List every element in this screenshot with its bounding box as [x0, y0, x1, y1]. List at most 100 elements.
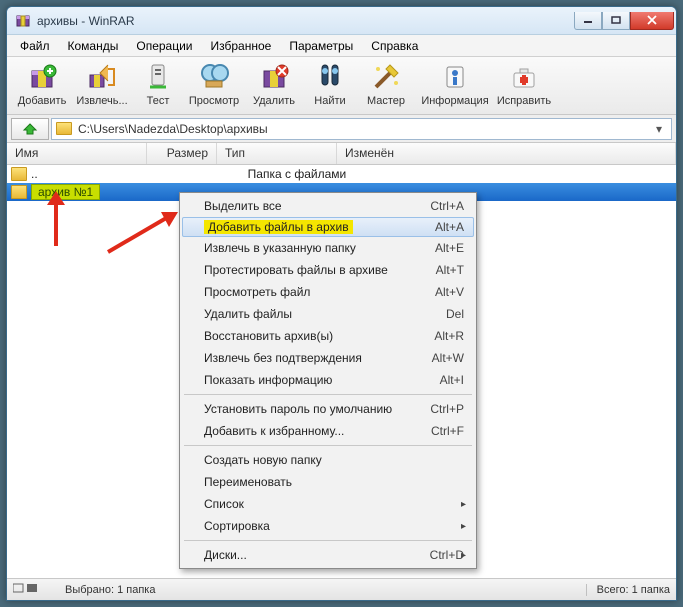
- menu-item[interactable]: Список▸: [182, 493, 474, 515]
- menu-help[interactable]: Справка: [362, 36, 427, 56]
- menu-shortcut: Alt+I: [440, 373, 464, 387]
- menu-shortcut: Alt+W: [432, 351, 464, 365]
- repair-icon: [508, 61, 540, 93]
- toolbar: Добавить Извлечь... Тест Просмотр Удалит…: [7, 57, 676, 115]
- status-total: Всего: 1 папка: [586, 584, 670, 596]
- toolbar-delete[interactable]: Удалить: [245, 59, 303, 107]
- menu-item-label: Установить пароль по умолчанию: [204, 402, 392, 416]
- delete-icon: [258, 61, 290, 93]
- arrow-annotation-icon: [103, 207, 183, 257]
- folder-icon: [11, 185, 27, 199]
- toolbar-find[interactable]: Найти: [305, 59, 355, 107]
- menu-item-label: Создать новую папку: [204, 453, 322, 467]
- menu-item-label: Протестировать файлы в архиве: [204, 263, 388, 277]
- menu-shortcut: Alt+R: [434, 329, 464, 343]
- find-icon: [314, 61, 346, 93]
- menu-item[interactable]: Просмотреть файл Alt+V: [182, 281, 474, 303]
- maximize-button[interactable]: [602, 12, 630, 30]
- menu-item-label: Диски...: [204, 548, 247, 562]
- menu-item[interactable]: Извлечь в указанную папкуAlt+E: [182, 237, 474, 259]
- list-item-parent[interactable]: .. Папка с файлами: [7, 165, 676, 183]
- col-name[interactable]: Имя: [7, 143, 147, 164]
- context-menu: Выделить всеCtrl+AДобавить файлы в архив…: [179, 192, 477, 569]
- menu-item-label: Извлечь без подтверждения: [204, 351, 362, 365]
- menu-item-label: Восстановить архив(ы): [204, 329, 333, 343]
- info-icon: [439, 61, 471, 93]
- add-icon: [26, 61, 58, 93]
- menu-item-label: Извлечь в указанную папку: [204, 241, 356, 255]
- menu-commands[interactable]: Команды: [59, 36, 128, 56]
- menu-item[interactable]: Извлечь без подтверждения Alt+W: [182, 347, 474, 369]
- toolbar-repair[interactable]: Исправить: [495, 59, 553, 107]
- menu-item[interactable]: Выделить всеCtrl+A: [182, 195, 474, 217]
- menu-shortcut: Del: [446, 307, 464, 321]
- file-name: ..: [31, 167, 38, 181]
- col-type[interactable]: Тип: [217, 143, 337, 164]
- menu-item[interactable]: Протестировать файлы в архиве Alt+T: [182, 259, 474, 281]
- toolbar-add[interactable]: Добавить: [13, 59, 71, 107]
- file-name: архив №1: [31, 184, 100, 200]
- up-icon: [20, 121, 40, 137]
- menu-separator: [184, 394, 472, 395]
- address-bar: C:\Users\Nadezda\Desktop\архивы ▾: [7, 115, 676, 143]
- menu-item[interactable]: Установить пароль по умолчанию Ctrl+P: [182, 398, 474, 420]
- menu-options[interactable]: Параметры: [280, 36, 362, 56]
- menu-shortcut: Alt+A: [435, 220, 464, 234]
- minimize-button[interactable]: [574, 12, 602, 30]
- submenu-arrow-icon: ▸: [461, 550, 466, 561]
- menu-bar[interactable]: Файл Команды Операции Избранное Параметр…: [7, 35, 676, 57]
- titlebar[interactable]: архивы - WinRAR: [7, 7, 676, 35]
- toolbar-wizard[interactable]: Мастер: [357, 59, 415, 107]
- menu-shortcut: Alt+V: [435, 285, 464, 299]
- close-button[interactable]: [630, 12, 674, 30]
- menu-favorites[interactable]: Избранное: [202, 36, 281, 56]
- menu-separator: [184, 540, 472, 541]
- menu-item[interactable]: Диски... Ctrl+D▸: [182, 544, 474, 566]
- view-icon: [198, 61, 230, 93]
- menu-shortcut: Ctrl+P: [430, 402, 464, 416]
- menu-item-label: Удалить файлы: [204, 307, 292, 321]
- col-size[interactable]: Размер: [147, 143, 217, 164]
- menu-item[interactable]: Восстановить архив(ы) Alt+R: [182, 325, 474, 347]
- menu-shortcut: Alt+T: [436, 263, 464, 277]
- menu-operations[interactable]: Операции: [127, 36, 201, 56]
- toolbar-extract[interactable]: Извлечь...: [73, 59, 131, 107]
- menu-shortcut: Ctrl+A: [430, 199, 464, 213]
- toolbar-info[interactable]: Информация: [417, 59, 493, 107]
- toolbar-view[interactable]: Просмотр: [185, 59, 243, 107]
- winrar-window: архивы - WinRAR Файл Команды Операции Из…: [6, 6, 677, 601]
- menu-item-label: Просмотреть файл: [204, 285, 310, 299]
- submenu-arrow-icon: ▸: [461, 521, 466, 532]
- menu-item[interactable]: Сортировка ▸: [182, 515, 474, 537]
- menu-item-label: Список: [204, 497, 244, 511]
- menu-item-label: Добавить к избранному...: [204, 424, 344, 438]
- col-modified[interactable]: Изменён: [337, 143, 676, 164]
- menu-item[interactable]: Добавить к избранному...Ctrl+F: [182, 420, 474, 442]
- menu-item[interactable]: Создать новую папку: [182, 449, 474, 471]
- menu-shortcut: Ctrl+D: [430, 548, 464, 562]
- menu-item[interactable]: Добавить файлы в архив Alt+A: [182, 217, 474, 237]
- status-selected: Выбрано: 1 папка: [41, 584, 586, 596]
- menu-item[interactable]: Переименовать: [182, 471, 474, 493]
- path-field[interactable]: C:\Users\Nadezda\Desktop\архивы ▾: [51, 118, 672, 140]
- status-bar: Выбрано: 1 папка Всего: 1 папка: [7, 578, 676, 600]
- menu-item[interactable]: Показать информацию Alt+I: [182, 369, 474, 391]
- file-type: Папка с файлами: [248, 167, 347, 181]
- menu-file[interactable]: Файл: [11, 36, 59, 56]
- test-icon: [142, 61, 174, 93]
- folder-icon: [11, 167, 27, 181]
- menu-item-label: Добавить файлы в архив: [204, 220, 353, 234]
- menu-separator: [184, 445, 472, 446]
- path-dropdown-icon[interactable]: ▾: [651, 122, 667, 136]
- extract-icon: [86, 61, 118, 93]
- menu-item-label: Переименовать: [204, 475, 292, 489]
- toolbar-test[interactable]: Тест: [133, 59, 183, 107]
- menu-item-label: Сортировка: [204, 519, 270, 533]
- window-title: архивы - WinRAR: [37, 14, 574, 28]
- status-icon: [13, 582, 41, 597]
- up-button[interactable]: [11, 118, 49, 140]
- wizard-icon: [370, 61, 402, 93]
- menu-item[interactable]: Удалить файлы Del: [182, 303, 474, 325]
- menu-item-label: Показать информацию: [204, 373, 332, 387]
- list-header: Имя Размер Тип Изменён: [7, 143, 676, 165]
